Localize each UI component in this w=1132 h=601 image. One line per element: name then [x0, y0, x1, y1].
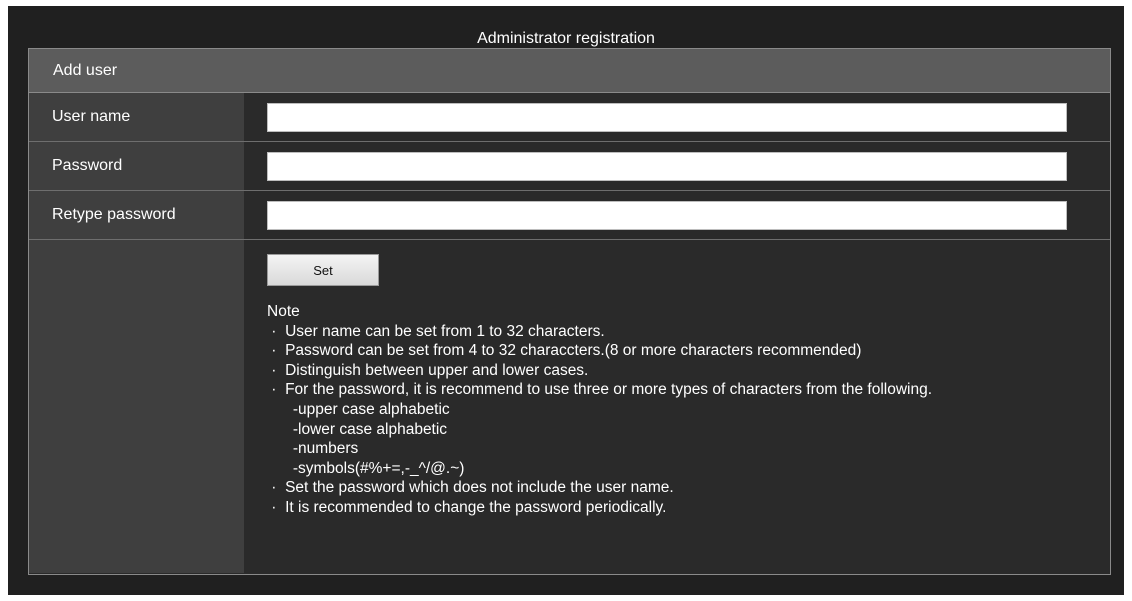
bottom-section: Set Note · User name can be set from 1 t…	[29, 240, 1110, 573]
user-name-input[interactable]	[267, 103, 1067, 132]
retype-password-input[interactable]	[267, 201, 1067, 230]
note-line: -numbers	[267, 440, 359, 458]
note-line: · User name can be set from 1 to 32 char…	[267, 322, 605, 340]
note-line: · For the password, it is recommend to u…	[267, 381, 933, 399]
page-title: Administrator registration	[477, 30, 655, 47]
note-block: Note · User name can be set from 1 to 32…	[267, 302, 932, 518]
retype-password-label: Retype password	[29, 191, 244, 239]
note-line: · Set the password which does not includ…	[267, 479, 674, 497]
note-line: · Distinguish between upper and lower ca…	[267, 361, 589, 379]
bottom-label-column	[29, 240, 244, 573]
password-field-cell	[244, 142, 1110, 190]
set-button[interactable]: Set	[267, 254, 379, 286]
note-line: -lower case alphabetic	[267, 420, 448, 438]
retype-password-field-cell	[244, 191, 1110, 239]
user-name-label: User name	[29, 93, 244, 141]
note-line: -upper case alphabetic	[267, 400, 450, 418]
retype-password-row: Retype password	[29, 191, 1110, 240]
user-name-field-cell	[244, 93, 1110, 141]
note-line: -symbols(#%+=,-_^/@.~)	[267, 459, 465, 477]
note-heading: Note	[267, 303, 300, 320]
panel-header: Add user	[29, 49, 1110, 93]
password-row: Password	[29, 142, 1110, 191]
admin-registration-frame: Administrator registration Add user User…	[8, 6, 1124, 595]
user-name-row: User name	[29, 93, 1110, 142]
note-line: · Password can be set from 4 to 32 chara…	[267, 342, 862, 360]
note-line: · It is recommended to change the passwo…	[267, 498, 667, 516]
bottom-content-column: Set Note · User name can be set from 1 t…	[244, 240, 1110, 573]
password-label: Password	[29, 142, 244, 190]
add-user-panel: Add user User name Password Retype passw…	[28, 48, 1111, 575]
password-input[interactable]	[267, 152, 1067, 181]
